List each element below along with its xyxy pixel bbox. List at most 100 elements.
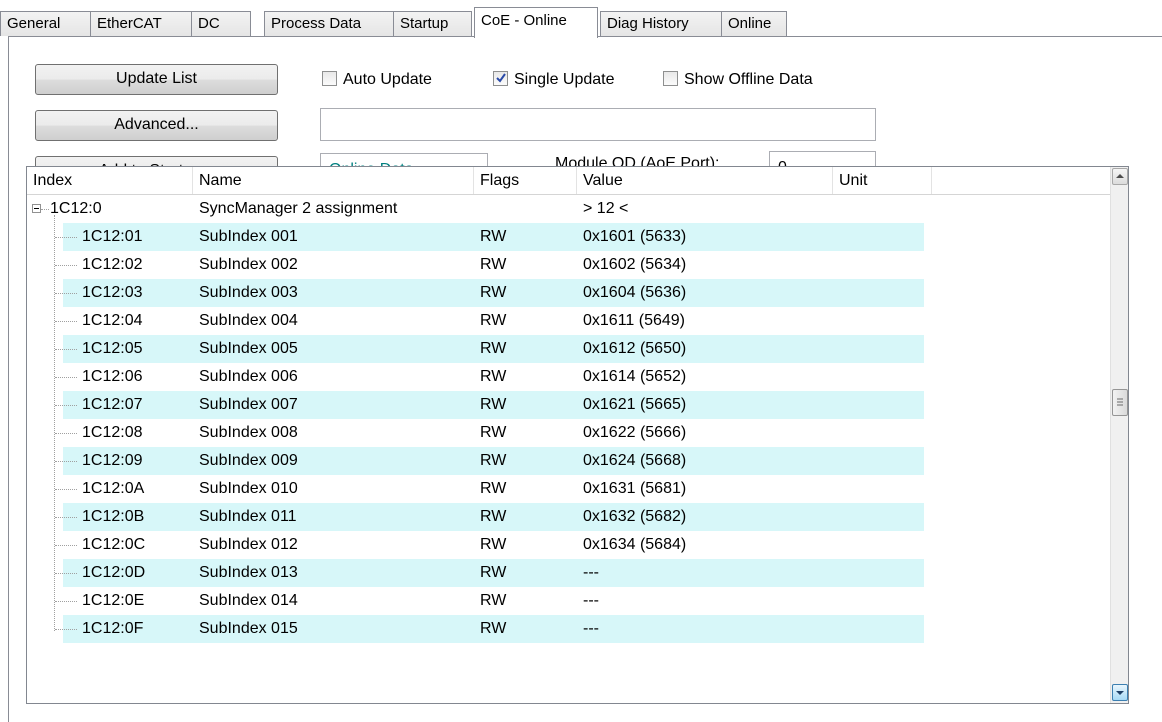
row-value[interactable]: ---: [583, 559, 599, 587]
vertical-scrollbar[interactable]: [1110, 167, 1128, 703]
row-flags: RW: [480, 256, 507, 273]
row-flags: RW: [480, 284, 507, 301]
row-flags: RW: [480, 480, 507, 497]
tree-connector: [55, 377, 77, 378]
table-row[interactable]: 1C12:01 SubIndex 001 RW 0x1601 (5633): [27, 223, 1110, 251]
row-flags: RW: [480, 452, 507, 469]
show-offline-data-checkbox[interactable]: Show Offline Data: [663, 69, 813, 91]
row-name: SubIndex 007: [199, 396, 298, 413]
row-name: SubIndex 008: [199, 424, 298, 441]
row-flags: RW: [480, 508, 507, 525]
scroll-thumb[interactable]: [1112, 389, 1128, 416]
table-row[interactable]: 1C12:05 SubIndex 005 RW 0x1612 (5650): [27, 335, 1110, 363]
tab-online[interactable]: Online: [721, 11, 787, 36]
column-header-flags[interactable]: Flags: [474, 167, 577, 194]
column-header-value[interactable]: Value: [577, 167, 833, 194]
row-flags: RW: [480, 536, 507, 553]
row-index: 1C12:0F: [82, 620, 144, 637]
row-value[interactable]: 0x1622 (5666): [583, 419, 686, 447]
tree-connector: [55, 293, 77, 294]
row-value[interactable]: 0x1621 (5665): [583, 391, 686, 419]
single-update-checkbox-box[interactable]: [493, 71, 508, 86]
row-value[interactable]: 0x1632 (5682): [583, 503, 686, 531]
row-name: SubIndex 001: [199, 228, 298, 245]
scroll-down-icon: [1116, 691, 1124, 695]
show-offline-data-checkbox-box[interactable]: [663, 71, 678, 86]
row-value[interactable]: 0x1611 (5649): [583, 307, 685, 335]
tree-connector: [55, 517, 77, 518]
table-row[interactable]: 1C12:08 SubIndex 008 RW 0x1622 (5666): [27, 419, 1110, 447]
row-index: 1C12:0A: [82, 480, 145, 497]
table-row[interactable]: 1C12:0B SubIndex 011 RW 0x1632 (5682): [27, 503, 1110, 531]
row-name: SubIndex 010: [199, 480, 298, 497]
row-index: 1C12:03: [82, 284, 143, 301]
tree-connector: [55, 265, 77, 266]
table-row[interactable]: 1C12:03 SubIndex 003 RW 0x1604 (5636): [27, 279, 1110, 307]
row-value[interactable]: ---: [583, 587, 599, 615]
table-row[interactable]: 1C12:07 SubIndex 007 RW 0x1621 (5665): [27, 391, 1110, 419]
auto-update-label: Auto Update: [343, 71, 432, 88]
scroll-up-button[interactable]: [1112, 168, 1128, 185]
tab-process-data[interactable]: Process Data: [264, 11, 394, 36]
single-update-label: Single Update: [514, 71, 615, 88]
row-value[interactable]: 0x1602 (5634): [583, 251, 686, 279]
tab-dc[interactable]: DC: [191, 11, 251, 36]
table-row[interactable]: 1C12:0E SubIndex 014 RW ---: [27, 587, 1110, 615]
tree-connector: [55, 629, 77, 630]
column-header-name[interactable]: Name: [193, 167, 474, 194]
row-index: 1C12:05: [82, 340, 143, 357]
row-value[interactable]: 0x1601 (5633): [583, 223, 686, 251]
tab-general[interactable]: General: [0, 11, 91, 36]
tab-diag-history[interactable]: Diag History: [600, 11, 722, 36]
row-value[interactable]: 0x1634 (5684): [583, 531, 686, 559]
row-index: 1C12:08: [82, 424, 143, 441]
row-value[interactable]: 0x1624 (5668): [583, 447, 686, 475]
tree-connector: [55, 489, 77, 490]
tree-connector: [55, 461, 77, 462]
row-index: 1C12:01: [82, 228, 143, 245]
tab-ethercat[interactable]: EtherCAT: [90, 11, 192, 36]
checkmark-icon: [496, 73, 506, 83]
row-index: 1C12:04: [82, 312, 143, 329]
row-value[interactable]: 0x1612 (5650): [583, 335, 686, 363]
row-flags: RW: [480, 368, 507, 385]
collapse-icon[interactable]: [32, 204, 41, 213]
row-flags: RW: [480, 340, 507, 357]
row-flags: RW: [480, 620, 507, 637]
row-index: 1C12:0E: [82, 592, 145, 609]
tab-strip: General EtherCAT DC Process Data Startup…: [0, 7, 1162, 38]
row-index: 1C12:0D: [82, 564, 146, 581]
table-row[interactable]: 1C12:09 SubIndex 009 RW 0x1624 (5668): [27, 447, 1110, 475]
tree-connector: [55, 405, 77, 406]
auto-update-checkbox[interactable]: Auto Update: [322, 69, 432, 91]
row-index: 1C12:06: [82, 368, 143, 385]
update-list-button[interactable]: Update List: [35, 64, 278, 95]
table-row[interactable]: 1C12:0F SubIndex 015 RW ---: [27, 615, 1110, 643]
row-value[interactable]: 0x1604 (5636): [583, 279, 686, 307]
table-row[interactable]: 1C12:0C SubIndex 012 RW 0x1634 (5684): [27, 531, 1110, 559]
column-header-index[interactable]: Index: [27, 167, 193, 194]
row-value[interactable]: 0x1631 (5681): [583, 475, 686, 503]
table-row[interactable]: 1C12:02 SubIndex 002 RW 0x1602 (5634): [27, 251, 1110, 279]
table-row[interactable]: 1C12:04 SubIndex 004 RW 0x1611 (5649): [27, 307, 1110, 335]
table-row[interactable]: 1C12:0D SubIndex 013 RW ---: [27, 559, 1110, 587]
tree-connector: [55, 321, 77, 322]
auto-update-checkbox-box[interactable]: [322, 71, 337, 86]
tab-coe-online[interactable]: CoE - Online: [474, 7, 598, 38]
row-flags: RW: [480, 424, 507, 441]
column-header-unit[interactable]: Unit: [833, 167, 932, 194]
row-value[interactable]: ---: [583, 615, 599, 643]
row-flags: RW: [480, 592, 507, 609]
table-row[interactable]: 1C12:0A SubIndex 010 RW 0x1631 (5681): [27, 475, 1110, 503]
row-index: 1C12:07: [82, 396, 143, 413]
row-value[interactable]: 0x1614 (5652): [583, 363, 686, 391]
scroll-down-button[interactable]: [1112, 684, 1128, 701]
row-name: SubIndex 015: [199, 620, 298, 637]
row-index: 1C12:09: [82, 452, 143, 469]
table-row-parent[interactable]: 1C12:0 SyncManager 2 assignment > 12 <: [27, 195, 1110, 223]
row-name: SyncManager 2 assignment: [199, 200, 398, 217]
advanced-button[interactable]: Advanced...: [35, 110, 278, 141]
single-update-checkbox[interactable]: Single Update: [493, 69, 615, 91]
tab-startup[interactable]: Startup: [393, 11, 472, 36]
table-row[interactable]: 1C12:06 SubIndex 006 RW 0x1614 (5652): [27, 363, 1110, 391]
